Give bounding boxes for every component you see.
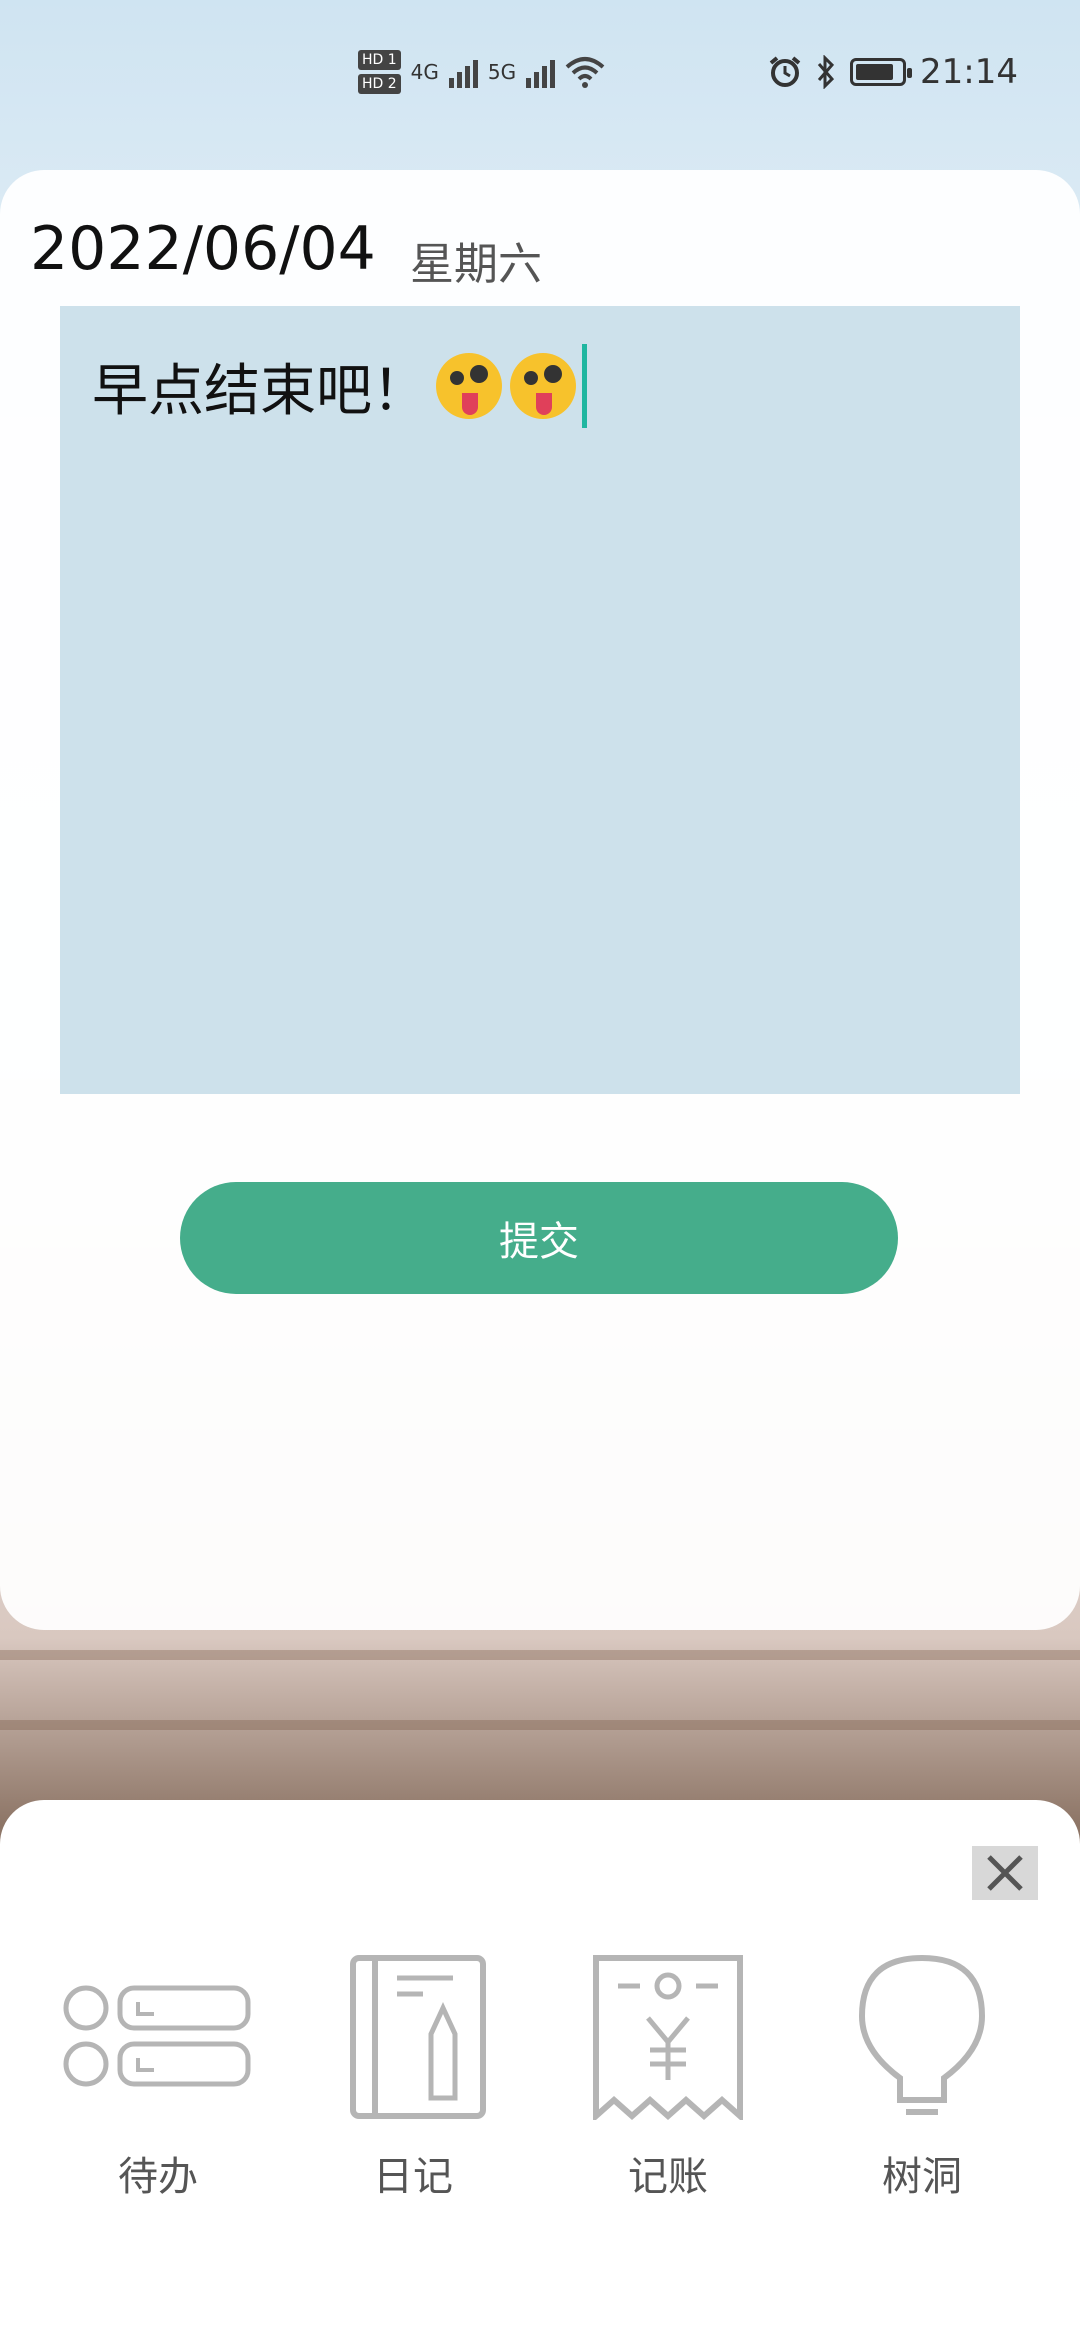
bottom-nav: 待办 日记 记账 树洞 [0, 1950, 1080, 2210]
entry-weekday: 星期六 [410, 239, 542, 290]
nav-label-treehole: 树洞 [882, 2154, 962, 2200]
bluetooth-icon [817, 55, 835, 89]
nav-item-diary[interactable]: 日记 [313, 1950, 513, 2210]
nav-item-todo[interactable]: 待办 [58, 1950, 258, 2210]
status-bar: HD 1 HD 2 4G 5G 21:14 [0, 0, 1080, 160]
background-steps [0, 1720, 1080, 1730]
diary-text-input[interactable]: 早点结束吧！ [60, 306, 1020, 1094]
nav-label-todo: 待办 [118, 2154, 198, 2200]
nav-label-accounting: 记账 [628, 2154, 708, 2200]
status-network-group: HD 1 HD 2 4G 5G [358, 50, 605, 94]
zany-face-emoji-icon [510, 353, 576, 419]
alarm-icon [769, 56, 801, 87]
todo-list-icon [63, 1985, 251, 2087]
diary-notebook-icon [350, 1955, 486, 2119]
submit-button[interactable]: 提交 [180, 1182, 898, 1294]
diary-text: 早点结束吧！ [92, 358, 428, 424]
bottom-sheet: 待办 日记 记账 树洞 [0, 1800, 1080, 2340]
entry-date: 2022/06/04 [30, 214, 376, 284]
status-system-group: 21:14 [768, 52, 1018, 92]
battery-icon [850, 58, 913, 86]
diary-text-content: 早点结束吧！ [92, 344, 587, 428]
hd2-badge: HD 2 [358, 74, 401, 94]
receipt-yen-icon [593, 1955, 743, 2120]
diary-entry-card: 2022/06/04 星期六 早点结束吧！ 提交 [0, 170, 1080, 1630]
background-steps [0, 1650, 1080, 1660]
hd-indicator: HD 1 HD 2 [358, 50, 401, 94]
signal-icon [526, 56, 556, 88]
network-type-1: 4G [410, 60, 439, 84]
close-button[interactable] [972, 1846, 1038, 1900]
nav-item-treehole[interactable]: 树洞 [822, 1950, 1022, 2210]
clock-time: 21:14 [920, 52, 1018, 92]
network-type-2: 5G [487, 60, 517, 84]
text-cursor [582, 344, 587, 428]
nav-label-diary: 日记 [373, 2154, 453, 2200]
lightbulb-icon [858, 1954, 986, 2115]
close-icon [987, 1855, 1023, 1891]
signal-icon [448, 56, 478, 88]
hd1-badge: HD 1 [358, 50, 401, 70]
nav-item-accounting[interactable]: 记账 [568, 1950, 768, 2210]
zany-face-emoji-icon [436, 353, 502, 419]
wifi-icon [565, 57, 605, 88]
